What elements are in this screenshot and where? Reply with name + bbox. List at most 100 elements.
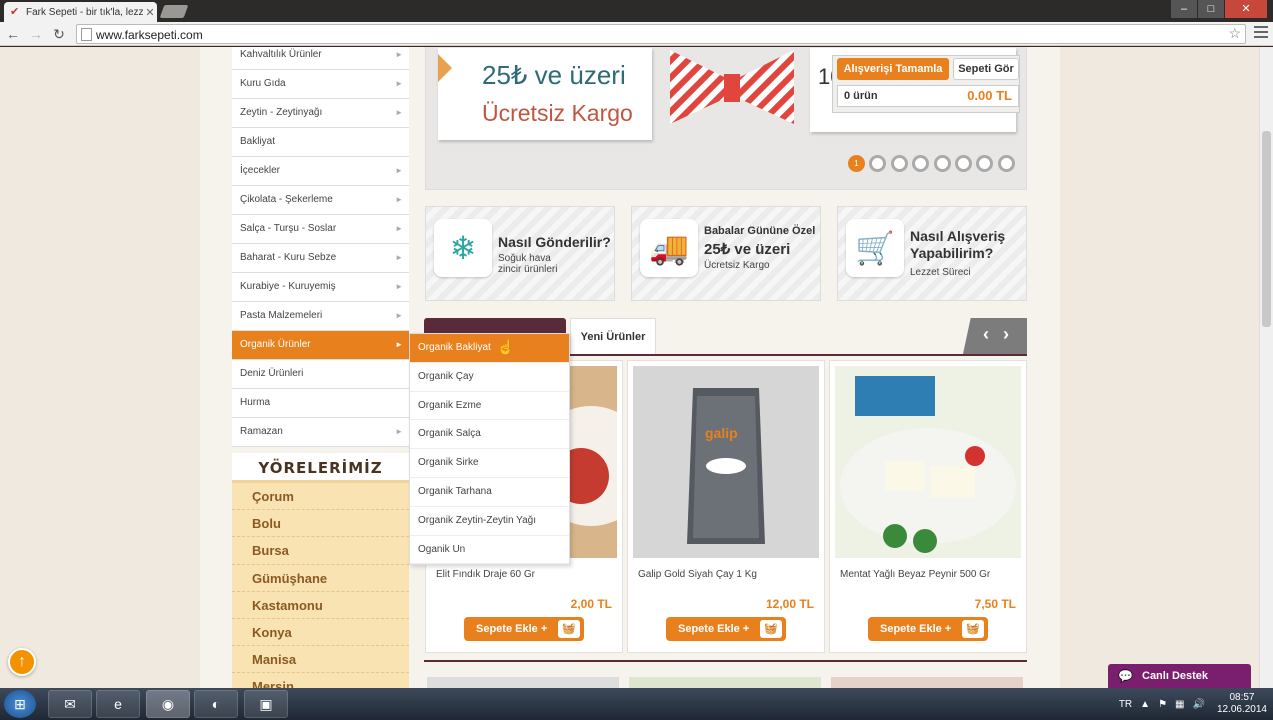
region-link[interactable]: Bolu [232,510,409,538]
slider-dot[interactable] [997,155,1015,172]
cart-summary: 0 ürün 0.00 TL [837,85,1019,107]
submenu-item[interactable]: Organik Sirke [410,449,569,478]
submenu-item-hovered[interactable]: Organik Bakliyat [410,334,569,363]
region-link[interactable]: Gümüşhane [232,565,409,592]
submenu-item[interactable]: Organik Zeytin-Zeytin Yağı [410,507,569,536]
slider-dot-active[interactable]: 1 [848,155,865,172]
slider-dots: 1 [848,155,1019,172]
tab-close-icon[interactable]: ✕ [143,6,157,19]
region-link[interactable]: Çorum [232,483,409,511]
slider-dot[interactable] [976,155,994,172]
slider-dot[interactable] [869,155,887,172]
flag-icon[interactable]: ⚑ [1158,699,1167,710]
browser-menu-icon[interactable] [1254,26,1268,41]
chevron-right-icon: ► [395,108,403,117]
scrollbar-thumb[interactable] [1262,131,1271,327]
start-button[interactable]: ⊞ [4,690,36,718]
category-item[interactable]: Ramazan ► [232,418,409,447]
product-card-next-row[interactable] [427,677,619,688]
category-item[interactable]: Salça - Turşu - Soslar ► [232,215,409,244]
category-item[interactable]: Pasta Malzemeleri ► [232,302,409,331]
product-card-next-row[interactable] [831,677,1023,688]
product-name[interactable]: Elit Fındık Draje 60 Gr [436,569,535,580]
category-item[interactable]: Çikolata - Şekerleme ► [232,186,409,215]
view-cart-button[interactable]: Sepeti Gör [953,58,1019,80]
next-arrow-icon[interactable]: › [1003,324,1009,345]
slider-dot[interactable] [912,155,930,172]
free-shipping-card: 25₺ ve üzeri Ücretsiz Kargo [438,48,652,140]
category-item[interactable]: Baharat - Kuru Sebze ► [232,244,409,273]
outlook-taskbar-icon[interactable]: ✉ [48,690,92,718]
info-box-how-to-shop[interactable]: 🛒 Nasıl Alışveriş Yapabilirim? Lezzet Sü… [837,206,1027,301]
tray-arrow-icon[interactable]: ▲ [1140,699,1150,710]
category-item[interactable]: Zeytin - Zeytinyağı ► [232,99,409,128]
region-link[interactable]: Bursa [232,537,409,565]
category-item[interactable]: Kahvaltılık Ürünler ► [232,47,409,70]
slider-dot[interactable] [890,155,908,172]
windows-taskbar: ⊞ ✉ e ◉ ◐ ▣ TR ▲ ⚑ ▦ 🔊 08:57 12.06.2014 [0,688,1273,720]
firefox-taskbar-icon[interactable]: ◐ [194,690,238,718]
category-item[interactable]: Deniz Ürünleri [232,360,409,389]
internet-explorer-taskbar-icon[interactable]: e [96,690,140,718]
category-item[interactable]: İçecekler ► [232,157,409,186]
region-link[interactable]: Mersin [232,673,409,688]
region-link[interactable]: Kastamonu [232,592,409,619]
page-background-right [1060,47,1273,688]
checkout-button[interactable]: Alışverişi Tamamla [837,58,949,80]
slider-dot[interactable] [954,155,972,172]
page-scrollbar[interactable] [1259,47,1273,688]
bookmark-star-icon[interactable]: ☆ [1228,25,1241,42]
product-name[interactable]: Galip Gold Siyah Çay 1 Kg [638,569,757,580]
app-taskbar-icon[interactable]: ▣ [244,690,288,718]
info-line: Babalar Gününe Özel [704,225,816,237]
prev-arrow-icon[interactable]: ‹ [983,324,989,345]
info-sub: Soğuk hava [498,253,551,264]
submenu-item[interactable]: Organik Ezme [410,392,569,421]
network-icon[interactable]: ▦ [1175,699,1184,710]
add-to-cart-button[interactable]: Sepete Ekle + 🧺 [464,617,584,641]
live-support-button[interactable]: 💬 Canlı Destek [1108,664,1251,688]
new-tab-button[interactable] [159,5,189,18]
prev-slide-icon[interactable] [438,54,452,82]
category-item[interactable]: Hurma [232,389,409,418]
submenu-item[interactable]: Organik Tarhana [410,478,569,507]
add-to-cart-button[interactable]: Sepete Ekle + 🧺 [666,617,786,641]
product-image [835,366,1021,558]
back-icon[interactable]: ← [4,25,22,43]
product-name[interactable]: Mentat Yağlı Beyaz Peynir 500 Gr [840,569,990,580]
forward-icon[interactable]: → [27,25,45,43]
chrome-taskbar-icon[interactable]: ◉ [146,690,190,718]
submenu-item[interactable]: Organik Salça [410,420,569,450]
product-card-next-row[interactable] [629,677,821,688]
slider-dot[interactable] [933,155,951,172]
close-window-button[interactable]: ✕ [1225,0,1267,18]
add-to-cart-label: Sepete Ekle + [678,623,750,635]
info-box-fathers-day[interactable]: 🚚 Babalar Gününe Özel 25₺ ve üzeri Ücret… [631,206,821,301]
product-card[interactable]: Mentat Yağlı Beyaz Peynir 500 Gr 7,50 TL… [829,360,1027,653]
volume-icon[interactable]: 🔊 [1192,699,1204,710]
maximize-button[interactable]: □ [1198,0,1224,18]
scroll-to-top-button[interactable]: ↑ [8,648,36,676]
hand-cursor-icon: ☝ [497,339,515,355]
submenu-item[interactable]: Organik Çay [410,363,569,392]
add-to-cart-button[interactable]: Sepete Ekle + 🧺 [868,617,988,641]
submenu-item[interactable]: Oganik Un [410,536,569,565]
product-card[interactable]: galip Galip Gold Siyah Çay 1 Kg 12,00 TL… [627,360,825,653]
tab-new-products[interactable]: Yeni Ürünler [570,318,656,354]
category-item[interactable]: Kurabiye - Kuruyemiş ► [232,273,409,302]
address-bar[interactable]: www.farksepeti.com ☆ [76,24,1246,44]
chevron-right-icon: ► [395,282,403,291]
banner-subtitle: Ücretsiz Kargo [482,100,633,126]
reload-icon[interactable]: ↻ [50,25,68,43]
clock[interactable]: 08:57 12.06.2014 [1217,692,1267,716]
region-link[interactable]: Konya [232,619,409,647]
language-indicator[interactable]: TR [1119,699,1132,710]
chevron-right-icon: ► [395,253,403,262]
category-item[interactable]: Kuru Gıda ► [232,70,409,99]
region-link[interactable]: Manisa [232,646,409,674]
minimize-button[interactable]: – [1171,0,1197,18]
info-box-shipping[interactable]: ❄ Nasıl Gönderilir? Soğuk hava zincir ür… [425,206,615,301]
browser-tab[interactable]: ✔ Fark Sepeti - bir tık'la, lezze ✕ [4,2,157,22]
category-item-active[interactable]: Organik Ürünler ► [232,331,409,360]
category-item[interactable]: Bakliyat [232,128,409,157]
